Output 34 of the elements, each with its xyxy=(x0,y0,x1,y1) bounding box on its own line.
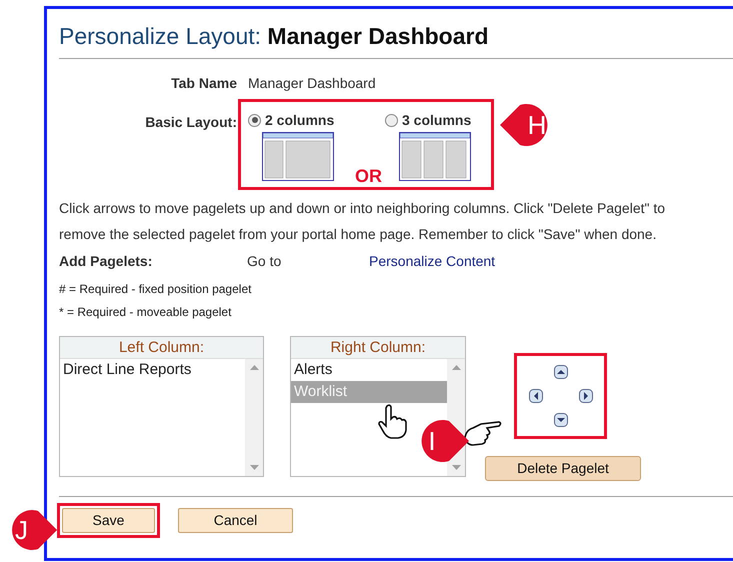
layout-icon xyxy=(399,132,471,181)
move-down-button[interactable] xyxy=(554,413,568,427)
list-item[interactable]: Direct Line Reports xyxy=(60,359,245,381)
hand-cursor-icon xyxy=(378,404,408,440)
legend-text: # = Required - fixed position pagelet xyxy=(59,281,252,298)
column-header: Left Column: xyxy=(60,337,263,359)
dialog-button[interactable]: Save xyxy=(62,508,155,533)
move-up-button[interactable] xyxy=(554,365,568,379)
radio-label: 2 columns xyxy=(265,111,334,129)
or-label: OR xyxy=(355,166,382,186)
scroll-down-icon[interactable] xyxy=(452,465,460,470)
column-header: Right Column: xyxy=(291,337,465,359)
field-label: Tab Name xyxy=(170,74,237,92)
delete-pagelet-button[interactable]: Delete Pagelet xyxy=(485,456,641,481)
instructions-text: Click arrows to move pagelets up and down or into neighboring columns. Click "Delete Pagelet" to remove the selected pagelet from your portal home page. Remember to click "Save" when done. xyxy=(59,199,666,244)
radio-label: 3 columns xyxy=(402,111,472,129)
dialog-button[interactable]: Cancel xyxy=(178,508,293,533)
move-left-button[interactable] xyxy=(528,389,542,403)
field-value: Go to xyxy=(247,252,282,271)
legend-text: * = Required - moveable pagelet xyxy=(59,304,232,321)
move-right-button[interactable] xyxy=(578,389,592,403)
scroll-down-icon[interactable] xyxy=(250,465,258,470)
field-label: Basic Layout: xyxy=(144,113,237,132)
field-value: Manager Dashboard xyxy=(248,74,376,92)
scroll-up-icon[interactable] xyxy=(250,365,258,370)
radio-button[interactable] xyxy=(385,114,398,126)
list-item[interactable]: Alerts xyxy=(291,359,447,381)
scrollbar[interactable] xyxy=(245,359,263,476)
scroll-up-icon[interactable] xyxy=(452,365,460,370)
page-title: Personalize Layout: Manager Dashboard xyxy=(59,22,490,50)
radio-button[interactable] xyxy=(248,114,261,126)
field-label: Add Pagelets: xyxy=(59,252,154,271)
personalize-content-link[interactable]: Personalize Content xyxy=(369,250,496,272)
layout-icon xyxy=(262,132,334,181)
